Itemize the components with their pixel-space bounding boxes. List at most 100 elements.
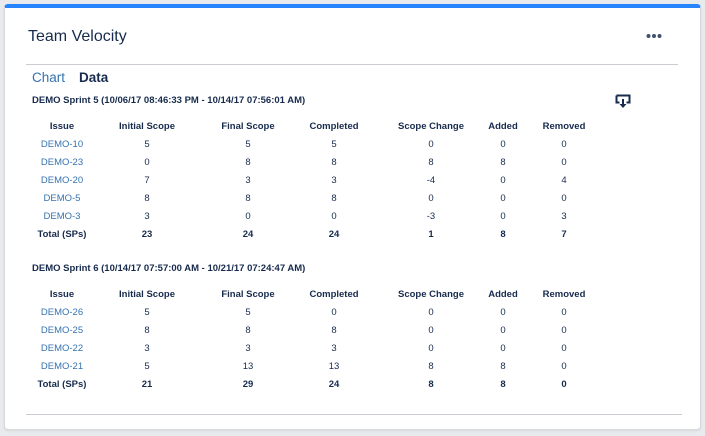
table-cell: 0 xyxy=(561,192,567,204)
table-cell: 0 xyxy=(428,306,434,318)
table-cell: 0 xyxy=(500,324,506,336)
table-row: DEMO-20 7 3 3 -4 0 4 xyxy=(32,171,610,189)
column-header-removed: Removed xyxy=(542,120,586,132)
table-cell: 4 xyxy=(561,174,567,186)
table-cell: 3 xyxy=(245,174,251,186)
gadget-title: Team Velocity xyxy=(28,28,127,45)
table-cell: 0 xyxy=(561,156,567,168)
table-cell: 0 xyxy=(500,306,506,318)
download-button[interactable] xyxy=(615,94,631,110)
table-cell: 8 xyxy=(500,156,506,168)
table-cell: 8 xyxy=(428,156,434,168)
column-header-scope-change: Scope Change xyxy=(398,120,464,132)
table-cell: 8 xyxy=(245,156,251,168)
issue-link[interactable]: DEMO-25 xyxy=(41,325,83,336)
column-header-issue: Issue xyxy=(49,120,75,132)
more-horizontal-icon xyxy=(646,34,662,38)
download-icon xyxy=(615,94,631,108)
table-cell: 0 xyxy=(245,210,251,222)
table-cell: 0 xyxy=(561,360,567,372)
table-cell: 8 xyxy=(144,192,150,204)
team-velocity-gadget: Team Velocity Chart Data DEMO Sprint 5 (… xyxy=(4,4,701,430)
table-cell: 5 xyxy=(245,138,251,150)
issue-link[interactable]: DEMO-26 xyxy=(41,307,83,318)
table-row: DEMO-26 5 5 0 0 0 0 xyxy=(32,303,610,321)
table-cell: 0 xyxy=(561,342,567,354)
table-row: DEMO-21 5 13 13 8 8 0 xyxy=(32,357,610,375)
table-cell: 0 xyxy=(500,192,506,204)
total-cell: 1 xyxy=(428,228,434,240)
total-cell: 7 xyxy=(561,228,567,240)
total-label: Total (SPs) xyxy=(37,228,87,240)
table-cell: 8 xyxy=(144,324,150,336)
table-cell: 0 xyxy=(331,306,337,318)
table-cell: 3 xyxy=(144,210,150,222)
table-cell: 3 xyxy=(331,342,337,354)
table-row: DEMO-3 3 0 0 -3 0 3 xyxy=(32,207,610,225)
issue-link[interactable]: DEMO-20 xyxy=(41,175,83,186)
table-cell: -4 xyxy=(426,174,436,186)
total-cell: 8 xyxy=(500,228,506,240)
table-cell: 5 xyxy=(144,306,150,318)
table-cell: 5 xyxy=(144,138,150,150)
table-cell: 5 xyxy=(331,138,337,150)
column-header-added: Added xyxy=(488,120,518,132)
table-cell: 0 xyxy=(428,324,434,336)
issue-link[interactable]: DEMO-3 xyxy=(44,211,81,222)
table-cell: 7 xyxy=(144,174,150,186)
column-header-final-scope: Final Scope xyxy=(221,120,275,132)
column-header-completed: Completed xyxy=(309,120,359,132)
issue-link[interactable]: DEMO-22 xyxy=(41,343,83,354)
table-cell: 8 xyxy=(331,192,337,204)
total-cell: 23 xyxy=(141,228,153,240)
sprint-title: DEMO Sprint 5 (10/06/17 08:46:33 PM - 10… xyxy=(32,95,306,106)
table-row: DEMO-5 8 8 8 0 0 0 xyxy=(32,189,610,207)
table-row: DEMO-25 8 8 8 0 0 0 xyxy=(32,321,610,339)
tab-data[interactable]: Data xyxy=(79,70,108,85)
column-header-added: Added xyxy=(488,288,518,300)
total-cell: 29 xyxy=(242,378,254,390)
total-cell: 21 xyxy=(141,378,153,390)
view-tabs: Chart Data xyxy=(32,70,108,85)
issue-link[interactable]: DEMO-10 xyxy=(41,139,83,150)
table-cell: 3 xyxy=(331,174,337,186)
table-cell: 0 xyxy=(561,138,567,150)
table-cell: 0 xyxy=(500,342,506,354)
table-cell: 8 xyxy=(500,360,506,372)
table-cell: 3 xyxy=(561,210,567,222)
table-row: DEMO-23 0 8 8 8 8 0 xyxy=(32,153,610,171)
column-header-completed: Completed xyxy=(309,288,359,300)
table-cell: 0 xyxy=(428,192,434,204)
table-cell: 5 xyxy=(245,306,251,318)
table-cell: 0 xyxy=(561,324,567,336)
issue-link[interactable]: DEMO-23 xyxy=(41,157,83,168)
velocity-table: Issue Initial Scope Final Scope Complete… xyxy=(32,285,610,393)
table-cell: 0 xyxy=(500,210,506,222)
table-cell: 8 xyxy=(331,156,337,168)
total-row: Total (SPs) 23 24 24 1 8 7 xyxy=(32,225,610,243)
column-header-issue: Issue xyxy=(49,288,75,300)
velocity-table: Issue Initial Scope Final Scope Complete… xyxy=(32,117,610,243)
total-row: Total (SPs) 21 29 24 8 8 0 xyxy=(32,375,610,393)
table-cell: 0 xyxy=(500,174,506,186)
more-actions-button[interactable] xyxy=(644,26,664,46)
table-cell: 0 xyxy=(561,306,567,318)
table-cell: 0 xyxy=(144,156,150,168)
total-cell: 24 xyxy=(328,228,340,240)
total-label: Total (SPs) xyxy=(37,378,87,390)
table-cell: 13 xyxy=(242,360,254,372)
table-cell: 8 xyxy=(428,360,434,372)
column-header-removed: Removed xyxy=(542,288,586,300)
table-cell: 8 xyxy=(245,192,251,204)
table-cell: 8 xyxy=(245,324,251,336)
table-cell: 0 xyxy=(500,138,506,150)
table-row: DEMO-22 3 3 3 0 0 0 xyxy=(32,339,610,357)
table-cell: 3 xyxy=(245,342,251,354)
issue-link[interactable]: DEMO-5 xyxy=(44,193,81,204)
sprint-title: DEMO Sprint 6 (10/14/17 07:57:00 AM - 10… xyxy=(32,263,306,274)
table-row: DEMO-10 5 5 5 0 0 0 xyxy=(32,135,610,153)
tab-chart[interactable]: Chart xyxy=(32,70,65,85)
table-header-row: Issue Initial Scope Final Scope Complete… xyxy=(32,117,610,135)
issue-link[interactable]: DEMO-21 xyxy=(41,361,83,372)
table-cell: 13 xyxy=(328,360,340,372)
